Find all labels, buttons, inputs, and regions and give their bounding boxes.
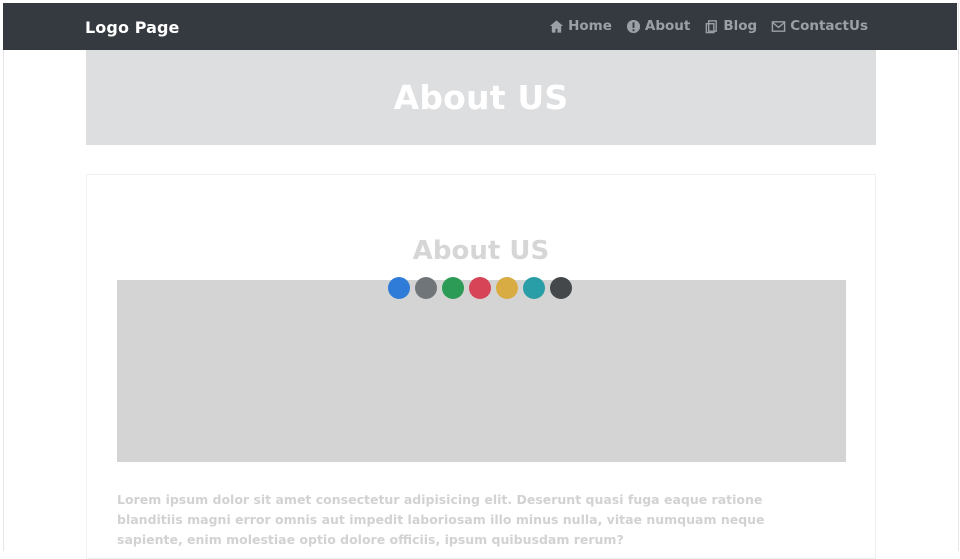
navbar: Logo Page Home About Blog ContactUs [3, 3, 957, 50]
brand-logo[interactable]: Logo Page [85, 18, 180, 37]
dot-dark[interactable] [550, 277, 572, 299]
hero-title: About US [393, 78, 569, 117]
color-dots [388, 277, 572, 299]
about-card: About US Lorem ipsum dolor sit amet cons… [86, 174, 876, 559]
nav-link-home-label: Home [568, 18, 612, 34]
envelope-icon [771, 19, 786, 34]
dot-blue[interactable] [388, 277, 410, 299]
about-paragraph: Lorem ipsum dolor sit amet consectetur a… [117, 491, 765, 547]
dot-teal[interactable] [523, 277, 545, 299]
nav-link-blog[interactable]: Blog [704, 18, 757, 34]
nav-link-about[interactable]: About [626, 18, 690, 34]
nav-link-contact-label: ContactUs [790, 18, 868, 34]
info-icon [626, 19, 641, 34]
home-icon [549, 19, 564, 34]
nav-link-blog-label: Blog [723, 18, 758, 34]
image-placeholder [117, 277, 846, 462]
dot-yellow[interactable] [496, 277, 518, 299]
nav-link-contact[interactable]: ContactUs [771, 18, 868, 34]
copy-icon [704, 19, 719, 34]
nav-link-about-label: About [644, 18, 691, 34]
hero-banner: About US [86, 50, 876, 145]
dot-green[interactable] [442, 277, 464, 299]
dot-gray[interactable] [415, 277, 437, 299]
about-section-title: About US [412, 235, 550, 266]
nav-link-home[interactable]: Home [549, 18, 612, 34]
dot-red[interactable] [469, 277, 491, 299]
nav-links: Home About Blog ContactUs [549, 18, 868, 34]
